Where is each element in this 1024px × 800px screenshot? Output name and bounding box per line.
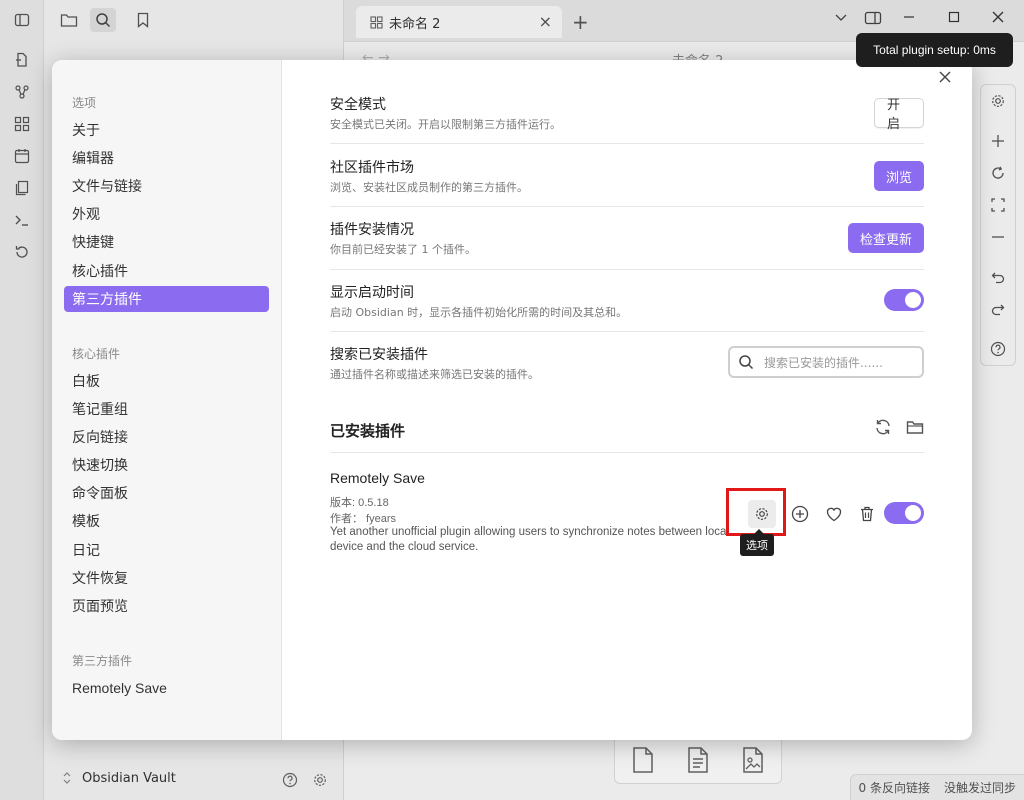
- options-tooltip: 选项: [740, 529, 774, 556]
- installed-tools: [874, 418, 924, 436]
- setting-name: 社区插件市场: [330, 160, 414, 176]
- reload-plugins-icon[interactable]: [874, 418, 892, 436]
- sidebar-item-file-recovery[interactable]: 文件恢复: [64, 565, 269, 591]
- plugin-author: 作者： fyears: [330, 513, 397, 525]
- sidebar-item-quick-switcher[interactable]: 快速切换: [64, 452, 269, 478]
- setting-name: 安全模式: [330, 97, 386, 113]
- modal-close-icon[interactable]: [938, 70, 958, 84]
- sidebar-item-note-composer[interactable]: 笔记重组: [64, 396, 269, 422]
- plugin-hotkeys-plus-icon[interactable]: [788, 502, 812, 526]
- sidebar-item-backlinks[interactable]: 反向链接: [64, 424, 269, 450]
- sidebar-item-canvas[interactable]: 白板: [64, 368, 269, 394]
- sidebar-item-remotely-save[interactable]: Remotely Save: [64, 675, 269, 701]
- setting-safe-mode: 安全模式 安全模式已关闭。开启以限制第三方插件运行。 开启: [330, 94, 924, 144]
- search-icon: [738, 354, 754, 370]
- setting-desc: 浏览、安装社区成员制作的第三方插件。: [330, 181, 528, 194]
- plugin-enable-toggle[interactable]: [884, 502, 924, 524]
- setting-desc: 你目前已经安装了 1 个插件。: [330, 243, 476, 256]
- setting-desc: 安全模式已关闭。开启以限制第三方插件运行。: [330, 118, 561, 131]
- sidebar-item-files-links[interactable]: 文件与链接: [64, 173, 269, 199]
- sidebar-item-community-plugins[interactable]: 第三方插件: [64, 286, 269, 312]
- search-installed-input[interactable]: 搜索已安装的插件......: [728, 346, 924, 378]
- setting-name: 显示启动时间: [330, 285, 414, 301]
- installed-plugins-heading: 已安装插件: [330, 422, 406, 440]
- sidebar-item-about[interactable]: 关于: [64, 117, 269, 143]
- setting-name: 搜索已安装插件: [330, 347, 428, 363]
- safe-mode-enable-button[interactable]: 开启: [874, 98, 924, 132]
- sidebar-item-appearance[interactable]: 外观: [64, 201, 269, 227]
- plugin-actions: 选项: [724, 488, 924, 556]
- sidebar-item-hotkeys[interactable]: 快捷键: [64, 229, 269, 255]
- search-placeholder: 搜索已安装的插件......: [764, 355, 883, 370]
- setting-name: 插件安装情况: [330, 222, 414, 238]
- plugin-uninstall-trash-icon[interactable]: [855, 502, 879, 526]
- plugin-donate-heart-icon[interactable]: [822, 502, 846, 526]
- setting-installed-status: 插件安装情况 你目前已经安装了 1 个插件。 检查更新: [330, 219, 924, 270]
- plugin-version: 版本: 0.5.18: [330, 497, 389, 509]
- sidebar-item-command-palette[interactable]: 命令面板: [64, 480, 269, 506]
- setting-community-plugins: 社区插件市场 浏览、安装社区成员制作的第三方插件。 浏览: [330, 157, 924, 207]
- plugin-description: Yet another unofficial plugin allowing u…: [330, 526, 729, 553]
- sidebar-item-templates[interactable]: 模板: [64, 508, 269, 534]
- sidebar-item-core-plugins[interactable]: 核心插件: [64, 258, 269, 284]
- browse-button[interactable]: 浏览: [874, 161, 924, 191]
- third-party-heading: 第三方插件: [72, 654, 133, 668]
- plugin-setup-tooltip: Total plugin setup: 0ms: [856, 33, 1013, 67]
- setting-startup-time: 显示启动时间 启动 Obsidian 时，显示各插件初始化所需的时间及其总和。: [330, 282, 924, 332]
- settings-modal: 选项 关于 编辑器 文件与链接 外观 快捷键 核心插件 第三方插件 核心插件 白…: [52, 60, 972, 740]
- setting-desc: 通过插件名称或描述来筛选已安装的插件。: [330, 368, 539, 381]
- sidebar-item-editor[interactable]: 编辑器: [64, 145, 269, 171]
- core-plugins-heading: 核心插件: [72, 347, 121, 361]
- check-updates-button[interactable]: 检查更新: [848, 223, 924, 253]
- section-divider: [330, 452, 924, 453]
- settings-sidebar: 选项 关于 编辑器 文件与链接 外观 快捷键 核心插件 第三方插件 核心插件 白…: [52, 60, 282, 740]
- open-plugins-folder-icon[interactable]: [906, 418, 924, 436]
- sidebar-item-page-preview[interactable]: 页面预览: [64, 593, 269, 619]
- sidebar-item-daily-notes[interactable]: 日记: [64, 537, 269, 563]
- plugin-name: Remotely Save: [330, 470, 425, 486]
- options-heading: 选项: [72, 96, 97, 110]
- startup-time-toggle[interactable]: [884, 289, 924, 311]
- setting-desc: 启动 Obsidian 时，显示各插件初始化所需的时间及其总和。: [330, 306, 628, 319]
- plugin-options-gear-icon[interactable]: [748, 500, 776, 528]
